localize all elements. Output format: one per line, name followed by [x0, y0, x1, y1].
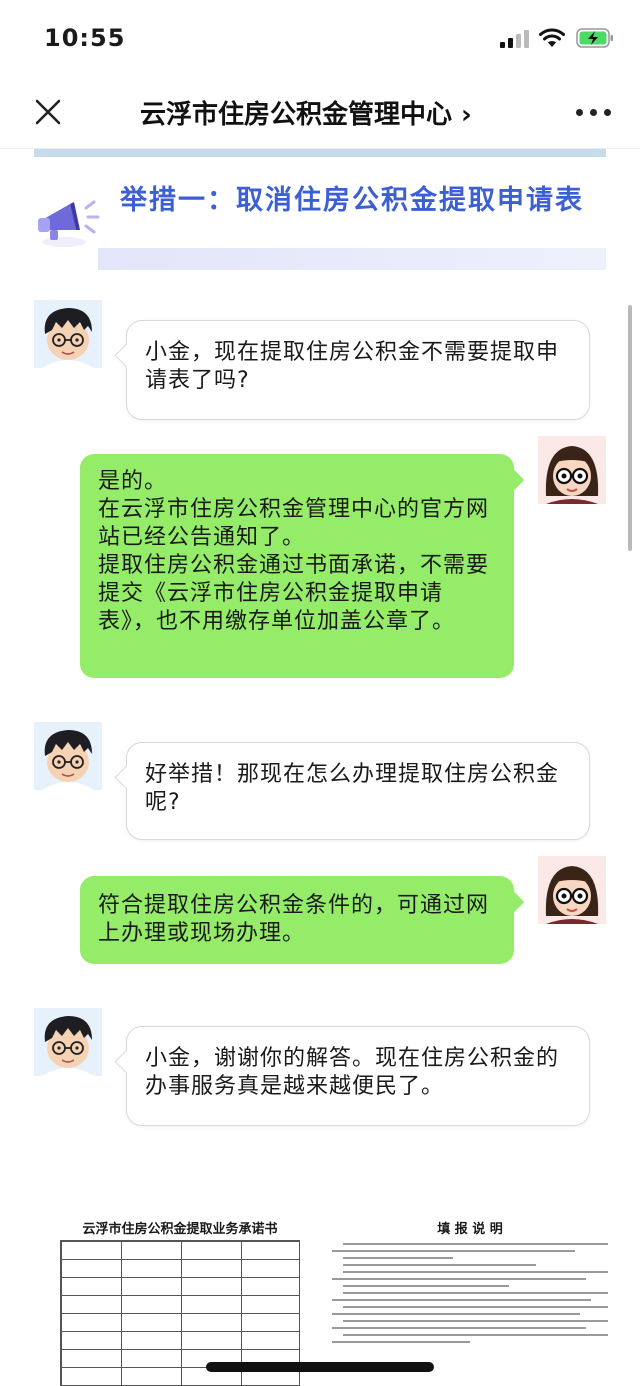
instruction-text-lines: [332, 1243, 608, 1343]
message-text: 提取住房公积金通过书面承诺，不需要提交《云浮市住房公积金提取申请表》，也不用缴存…: [98, 553, 490, 634]
chat-message: 小金，现在提取住房公积金不需要提取申请表了吗?: [114, 320, 590, 420]
boy-avatar: [34, 1008, 102, 1076]
girl-avatar: [538, 856, 606, 924]
cellular-signal-icon: [500, 30, 532, 48]
filling-instructions-image[interactable]: 填 报 说 明: [332, 1218, 608, 1386]
headline-underline: [98, 248, 606, 270]
home-indicator[interactable]: [206, 1362, 434, 1372]
message-text: 好举措！那现在怎么办理提取住房公积金呢?: [145, 762, 560, 815]
close-icon[interactable]: [30, 94, 66, 130]
more-options-icon[interactable]: [574, 106, 614, 120]
chat-message: 是的。 在云浮市住房公积金管理中心的官方网站已经公告通知了。 提取住房公积金通过…: [80, 454, 525, 678]
chat-message: 好举措！那现在怎么办理提取住房公积金呢?: [114, 742, 590, 840]
megaphone-icon: [38, 200, 100, 247]
status-time: 10:55: [44, 24, 126, 52]
message-text: 在云浮市住房公积金管理中心的官方网站已经公告通知了。: [98, 497, 490, 550]
message-text: 是的。: [98, 469, 168, 494]
battery-charging-icon: [576, 28, 613, 48]
message-text: 符合提取住房公积金条件的，可通过网上办理或现场办理。: [98, 893, 490, 946]
form-title: 云浮市住房公积金提取业务承诺书: [82, 1222, 278, 1237]
navigation-bar: 云浮市住房公积金管理中心 ›: [0, 80, 640, 148]
notes-title: 填 报 说 明: [437, 1222, 503, 1237]
section-headline: 举措一：取消住房公积金提取申请表: [120, 185, 584, 216]
scrollbar[interactable]: [628, 305, 632, 551]
boy-avatar: [34, 300, 102, 368]
account-title-link[interactable]: 云浮市住房公积金管理中心 ›: [140, 94, 520, 131]
message-text: 小金，现在提取住房公积金不需要提取申请表了吗?: [145, 340, 560, 393]
girl-avatar: [538, 436, 606, 504]
status-bar: 10:55: [0, 0, 640, 80]
chat-message: 小金，谢谢你的解答。现在住房公积金的办事服务真是越来越便民了。: [114, 1026, 590, 1126]
chat-message: 符合提取住房公积金条件的，可通过网上办理或现场办理。: [80, 876, 525, 964]
boy-avatar: [34, 722, 102, 790]
message-text: 小金，谢谢你的解答。现在住房公积金的办事服务真是越来越便民了。: [145, 1046, 560, 1099]
commitment-form-image[interactable]: 云浮市住房公积金提取业务承诺书: [60, 1218, 300, 1386]
wifi-icon: [539, 28, 565, 47]
decorative-band: [34, 149, 606, 157]
